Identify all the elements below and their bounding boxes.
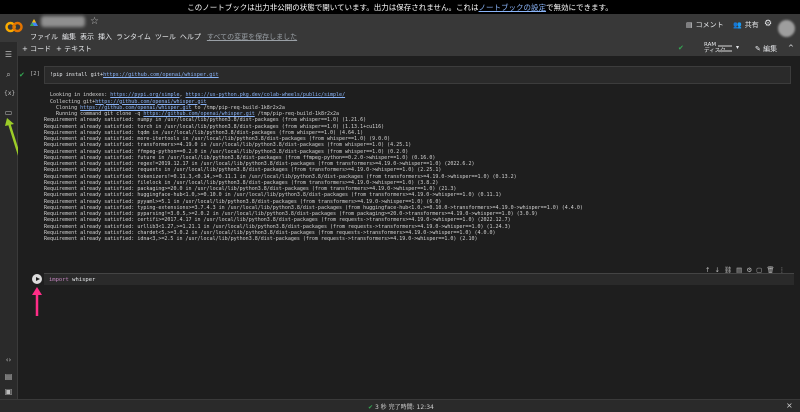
menu-insert[interactable]: 挿入	[98, 32, 112, 42]
drive-icon	[30, 19, 38, 26]
output-link[interactable]: https://pypi.org/simple	[110, 92, 179, 98]
output-link[interactable]: https://github.com/openai/whisper.git	[95, 99, 206, 105]
banner-text: このノートブックは出力非公開の状態で開いています。出力は保存されません。これは	[187, 2, 479, 12]
cell-editor[interactable]: import whisper	[44, 273, 794, 285]
active-code-cell[interactable]: ↑ ↓ ⛓ ▤ ⚙ ▢ 🗑 ⋮ import whisper	[18, 263, 800, 316]
notebook-title-blurred[interactable]	[41, 16, 85, 27]
star-icon[interactable]: ☆	[90, 16, 99, 27]
folder-icon[interactable]: ▭	[4, 108, 13, 117]
menu-view[interactable]: 表示	[80, 32, 94, 42]
colab-logo-icon[interactable]	[5, 20, 23, 34]
chevron-down-icon[interactable]: ▾	[736, 44, 739, 51]
header: ☆ ファイル 編集 表示 挿入 ランタイム ツール ヘルプ すべての変更を保存し…	[0, 14, 800, 42]
cell-code[interactable]: import whisper	[49, 277, 95, 283]
add-text-button[interactable]: + テキスト	[56, 44, 92, 54]
code-command: !pip install git+	[50, 72, 104, 78]
execution-count: [2]	[30, 71, 40, 77]
menu-bar: ファイル 編集 表示 挿入 ランタイム ツール ヘルプ すべての変更を保存しまし…	[30, 32, 297, 42]
share-label: 共有	[744, 21, 759, 29]
execution-status[interactable]: ✔ 3 秒 完了時間: 12:34	[368, 402, 434, 411]
comment-icon: ▤	[686, 21, 693, 29]
menu-file[interactable]: ファイル	[30, 32, 58, 42]
gear-icon[interactable]: ⚙	[764, 19, 772, 29]
comment-button[interactable]: ▤ コメント	[686, 20, 724, 30]
share-button[interactable]: 👥 共有	[733, 20, 759, 30]
menu-help[interactable]: ヘルプ	[180, 32, 201, 42]
collapse-icon[interactable]: ^	[788, 44, 794, 52]
banner-text-end: で無効にできます。	[546, 2, 613, 12]
elapsed-time: 3 秒	[374, 404, 387, 411]
output-link[interactable]: https://us-python.pkg.dev/colab-wheels/p…	[186, 92, 346, 98]
output-line: Requirement already satisfied: idna<3,>=…	[44, 236, 478, 242]
ram-bar	[718, 45, 732, 47]
close-icon[interactable]: ×	[786, 401, 793, 410]
status-bar: ✔ 3 秒 完了時間: 12:34 ×	[0, 399, 800, 412]
menu-runtime[interactable]: ランタイム	[116, 32, 151, 42]
variables-icon[interactable]: {x}	[4, 89, 15, 98]
pencil-icon: ✎	[755, 45, 761, 53]
share-icon: 👥	[733, 21, 742, 29]
cell-code[interactable]: !pip install git+https://github.com/open…	[50, 72, 219, 78]
resource-indicator[interactable]: RAM ディスク	[704, 42, 726, 54]
comment-label: コメント	[695, 21, 724, 29]
pink-arrow-annotation	[32, 287, 42, 316]
check-icon: ✔	[368, 404, 374, 411]
disk-bar	[718, 50, 732, 52]
save-status[interactable]: すべての変更を保存しました	[207, 32, 297, 42]
code-cell[interactable]: ✔ [2] !pip install git+https://github.co…	[18, 62, 796, 269]
notebook-settings-link[interactable]: ノートブックの設定	[479, 2, 547, 13]
add-code-button[interactable]: + コード	[22, 44, 51, 54]
avatar[interactable]	[778, 20, 795, 37]
menu-edit[interactable]: 編集	[62, 32, 76, 42]
edit-button[interactable]: ✎ 編集	[755, 44, 777, 54]
run-cell-button[interactable]	[32, 274, 42, 284]
code-snippets-icon[interactable]: ‹›	[4, 356, 13, 365]
code-module: whisper	[68, 277, 96, 283]
action-bar: + コード + テキスト ✔ RAM ディスク ▾ ✎ 編集 ^	[18, 42, 800, 56]
edit-label: 編集	[763, 45, 778, 53]
terminal-icon[interactable]: ▣	[4, 387, 13, 396]
cell-editor[interactable]: !pip install git+https://github.com/open…	[44, 66, 791, 84]
menu-tools[interactable]: ツール	[155, 32, 176, 42]
output-link[interactable]: https://github.com/openai/whisper.git	[80, 105, 191, 111]
output-link[interactable]: https://github.com/openai/whisper.git	[143, 111, 254, 117]
completed-time: 完了時間: 12:34	[388, 404, 434, 411]
run-complete-icon: ✔	[19, 71, 25, 79]
code-keyword: import	[49, 277, 69, 283]
code-url-link[interactable]: https://github.com/openai/whisper.git	[103, 72, 219, 78]
output-private-banner: このノートブックは出力非公開の状態で開いています。出力は保存されません。これは …	[0, 0, 800, 14]
connected-check-icon: ✔	[678, 44, 684, 52]
command-palette-icon[interactable]: ▤	[4, 372, 13, 381]
left-sidebar: ☰ ⌕ {x} ▭ ‹› ▤ ▣	[0, 42, 22, 399]
search-icon[interactable]: ⌕	[4, 70, 13, 79]
cell-output: Looking in indexes: https://pypi.org/sim…	[44, 86, 789, 255]
table-of-contents-icon[interactable]: ☰	[4, 50, 13, 59]
